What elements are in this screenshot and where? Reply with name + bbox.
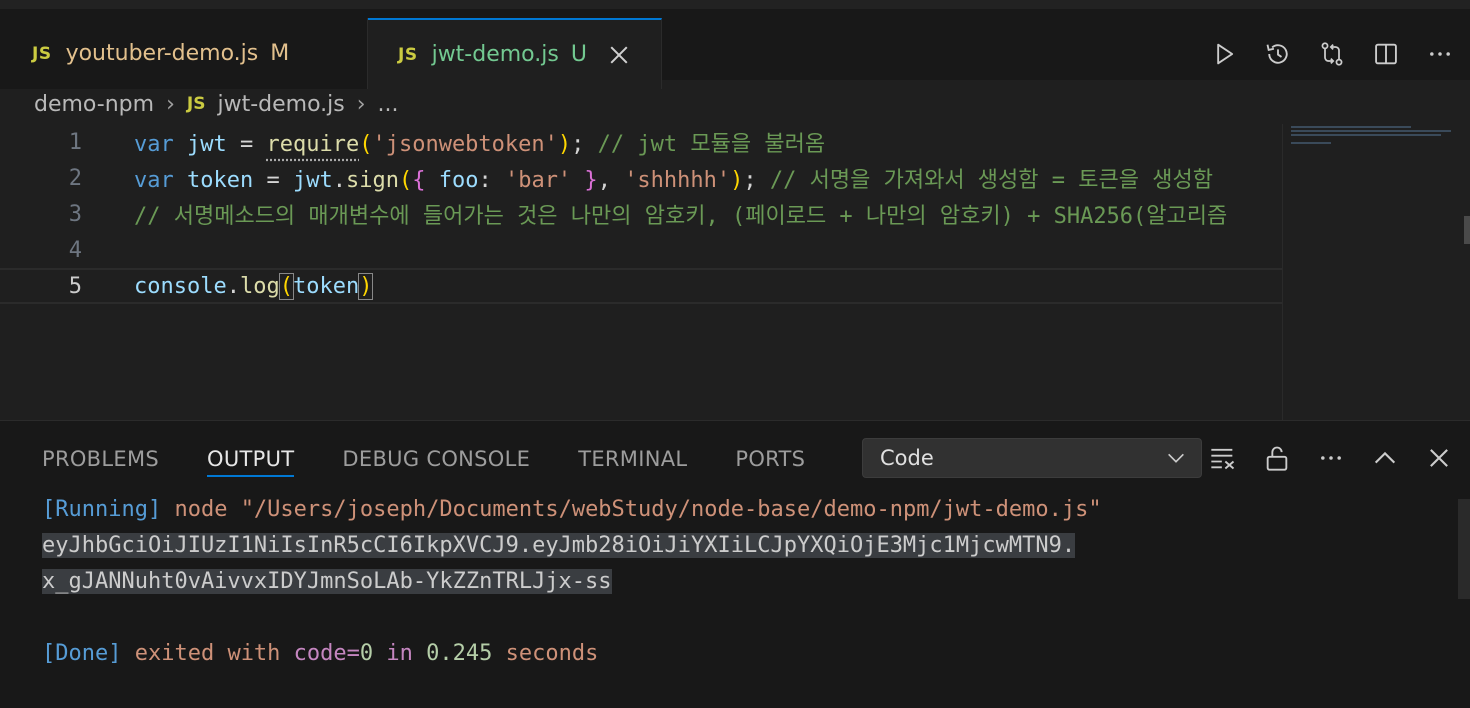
editor-tab-bar: JS youtuber-demo.js M JS jwt-demo.js U — [0, 0, 1470, 89]
code-line: 3 // 서명메소드의 매개변수에 들어가는 것은 나만의 암호키, (페이로드… — [0, 196, 1282, 232]
editor-actions — [1208, 18, 1456, 89]
code-text: var token = jwt.sign({ foo: 'bar' }, 'sh… — [134, 168, 1213, 193]
code-line: 1 var jwt = require('jsonwebtoken'); // … — [0, 124, 1282, 160]
code-text: var jwt = require('jsonwebtoken'); // jw… — [134, 132, 826, 157]
tab-jwt-demo[interactable]: JS jwt-demo.js U — [368, 18, 662, 89]
chevron-up-icon — [1374, 451, 1396, 464]
breadcrumb-file[interactable]: jwt-demo.js — [217, 92, 344, 117]
bottom-panel: PROBLEMS OUTPUT DEBUG CONSOLE TERMINAL P… — [0, 420, 1470, 708]
output-channel-select[interactable]: Code — [862, 438, 1202, 478]
run-button[interactable] — [1208, 38, 1240, 70]
git-status-badge: U — [570, 42, 587, 67]
output-scrollbar[interactable] — [1458, 499, 1470, 599]
git-compare-icon — [1321, 41, 1343, 66]
more-actions-button[interactable] — [1424, 38, 1456, 70]
clear-output-button[interactable] — [1208, 443, 1238, 473]
chevron-right-icon: › — [356, 91, 366, 117]
git-status-badge: M — [270, 41, 290, 66]
play-icon — [1217, 43, 1234, 64]
history-icon — [1266, 43, 1288, 64]
minimap-line — [1291, 130, 1451, 132]
timeline-button[interactable] — [1262, 38, 1294, 70]
ellipsis-icon — [1321, 456, 1341, 460]
ellipsis-icon — [1430, 51, 1450, 56]
panel-tabs: PROBLEMS OUTPUT DEBUG CONSOLE TERMINAL P… — [42, 421, 805, 497]
tab-label: youtuber-demo.js — [65, 41, 259, 66]
tab-output[interactable]: OUTPUT — [207, 421, 295, 497]
output-line: x_gJANNuht0vAivvxIDYJmnSoLAb-YkZZnTRLJjx… — [42, 568, 612, 594]
close-icon — [1430, 449, 1448, 467]
output-line: [Running] node "/Users/joseph/Documents/… — [42, 496, 1102, 522]
close-panel-button[interactable] — [1424, 443, 1454, 473]
tab-youtuber-demo[interactable]: JS youtuber-demo.js M — [0, 18, 368, 89]
editor-scrollbar[interactable] — [1464, 216, 1470, 244]
code-line: 4 — [0, 232, 1282, 268]
minimap-line — [1291, 134, 1441, 136]
panel-actions — [1208, 438, 1454, 478]
close-icon[interactable] — [609, 45, 629, 65]
breadcrumb: demo-npm › JS jwt-demo.js › ... — [34, 84, 399, 124]
output-line: eyJhbGciOiJIUzI1NiIsInR5cCI6IkpXVCJ9.eyJ… — [42, 532, 1076, 558]
maximize-panel-button[interactable] — [1370, 443, 1400, 473]
tab-problems[interactable]: PROBLEMS — [42, 421, 159, 497]
line-number: 5 — [68, 273, 82, 299]
clear-all-icon — [1211, 448, 1235, 470]
output-channel-value: Code — [880, 446, 934, 470]
code-editor[interactable]: 1 var jwt = require('jsonwebtoken'); // … — [0, 124, 1282, 420]
current-code-line: 5 console.log(token) — [0, 268, 1282, 304]
chevron-down-icon — [1168, 453, 1184, 463]
open-changes-button[interactable] — [1316, 38, 1348, 70]
tab-terminal[interactable]: TERMINAL — [578, 421, 687, 497]
minimap-line — [1291, 126, 1411, 128]
minimap-line — [1291, 142, 1331, 144]
javascript-file-icon: JS — [186, 94, 206, 114]
split-editor-icon — [1375, 43, 1397, 64]
output-line: [Done] exited with code= 0 in 0.245 secon… — [42, 640, 599, 666]
chevron-right-icon: › — [166, 91, 175, 117]
unlock-icon — [1266, 446, 1288, 471]
lock-scroll-button[interactable] — [1262, 443, 1292, 473]
javascript-file-icon: JS — [398, 44, 418, 65]
breadcrumb-symbols[interactable]: ... — [378, 92, 399, 117]
tab-ports[interactable]: PORTS — [735, 421, 805, 497]
line-number: 4 — [68, 237, 82, 263]
breadcrumb-folder[interactable]: demo-npm — [34, 92, 154, 117]
tab-label: jwt-demo.js — [431, 42, 559, 67]
code-line: 2 var token = jwt.sign({ foo: 'bar' }, '… — [0, 160, 1282, 196]
panel-more-button[interactable] — [1316, 443, 1346, 473]
tab-debug-console[interactable]: DEBUG CONSOLE — [342, 421, 530, 497]
code-text: // 서명메소드의 매개변수에 들어가는 것은 나만의 암호키, (페이로드 +… — [134, 204, 1228, 229]
line-number: 1 — [68, 129, 82, 155]
line-number: 3 — [68, 201, 82, 227]
javascript-file-icon: JS — [32, 43, 52, 64]
line-number: 2 — [68, 165, 82, 191]
code-text: console.log(token) — [134, 272, 374, 300]
minimap[interactable] — [1282, 124, 1470, 420]
split-editor-button[interactable] — [1370, 38, 1402, 70]
